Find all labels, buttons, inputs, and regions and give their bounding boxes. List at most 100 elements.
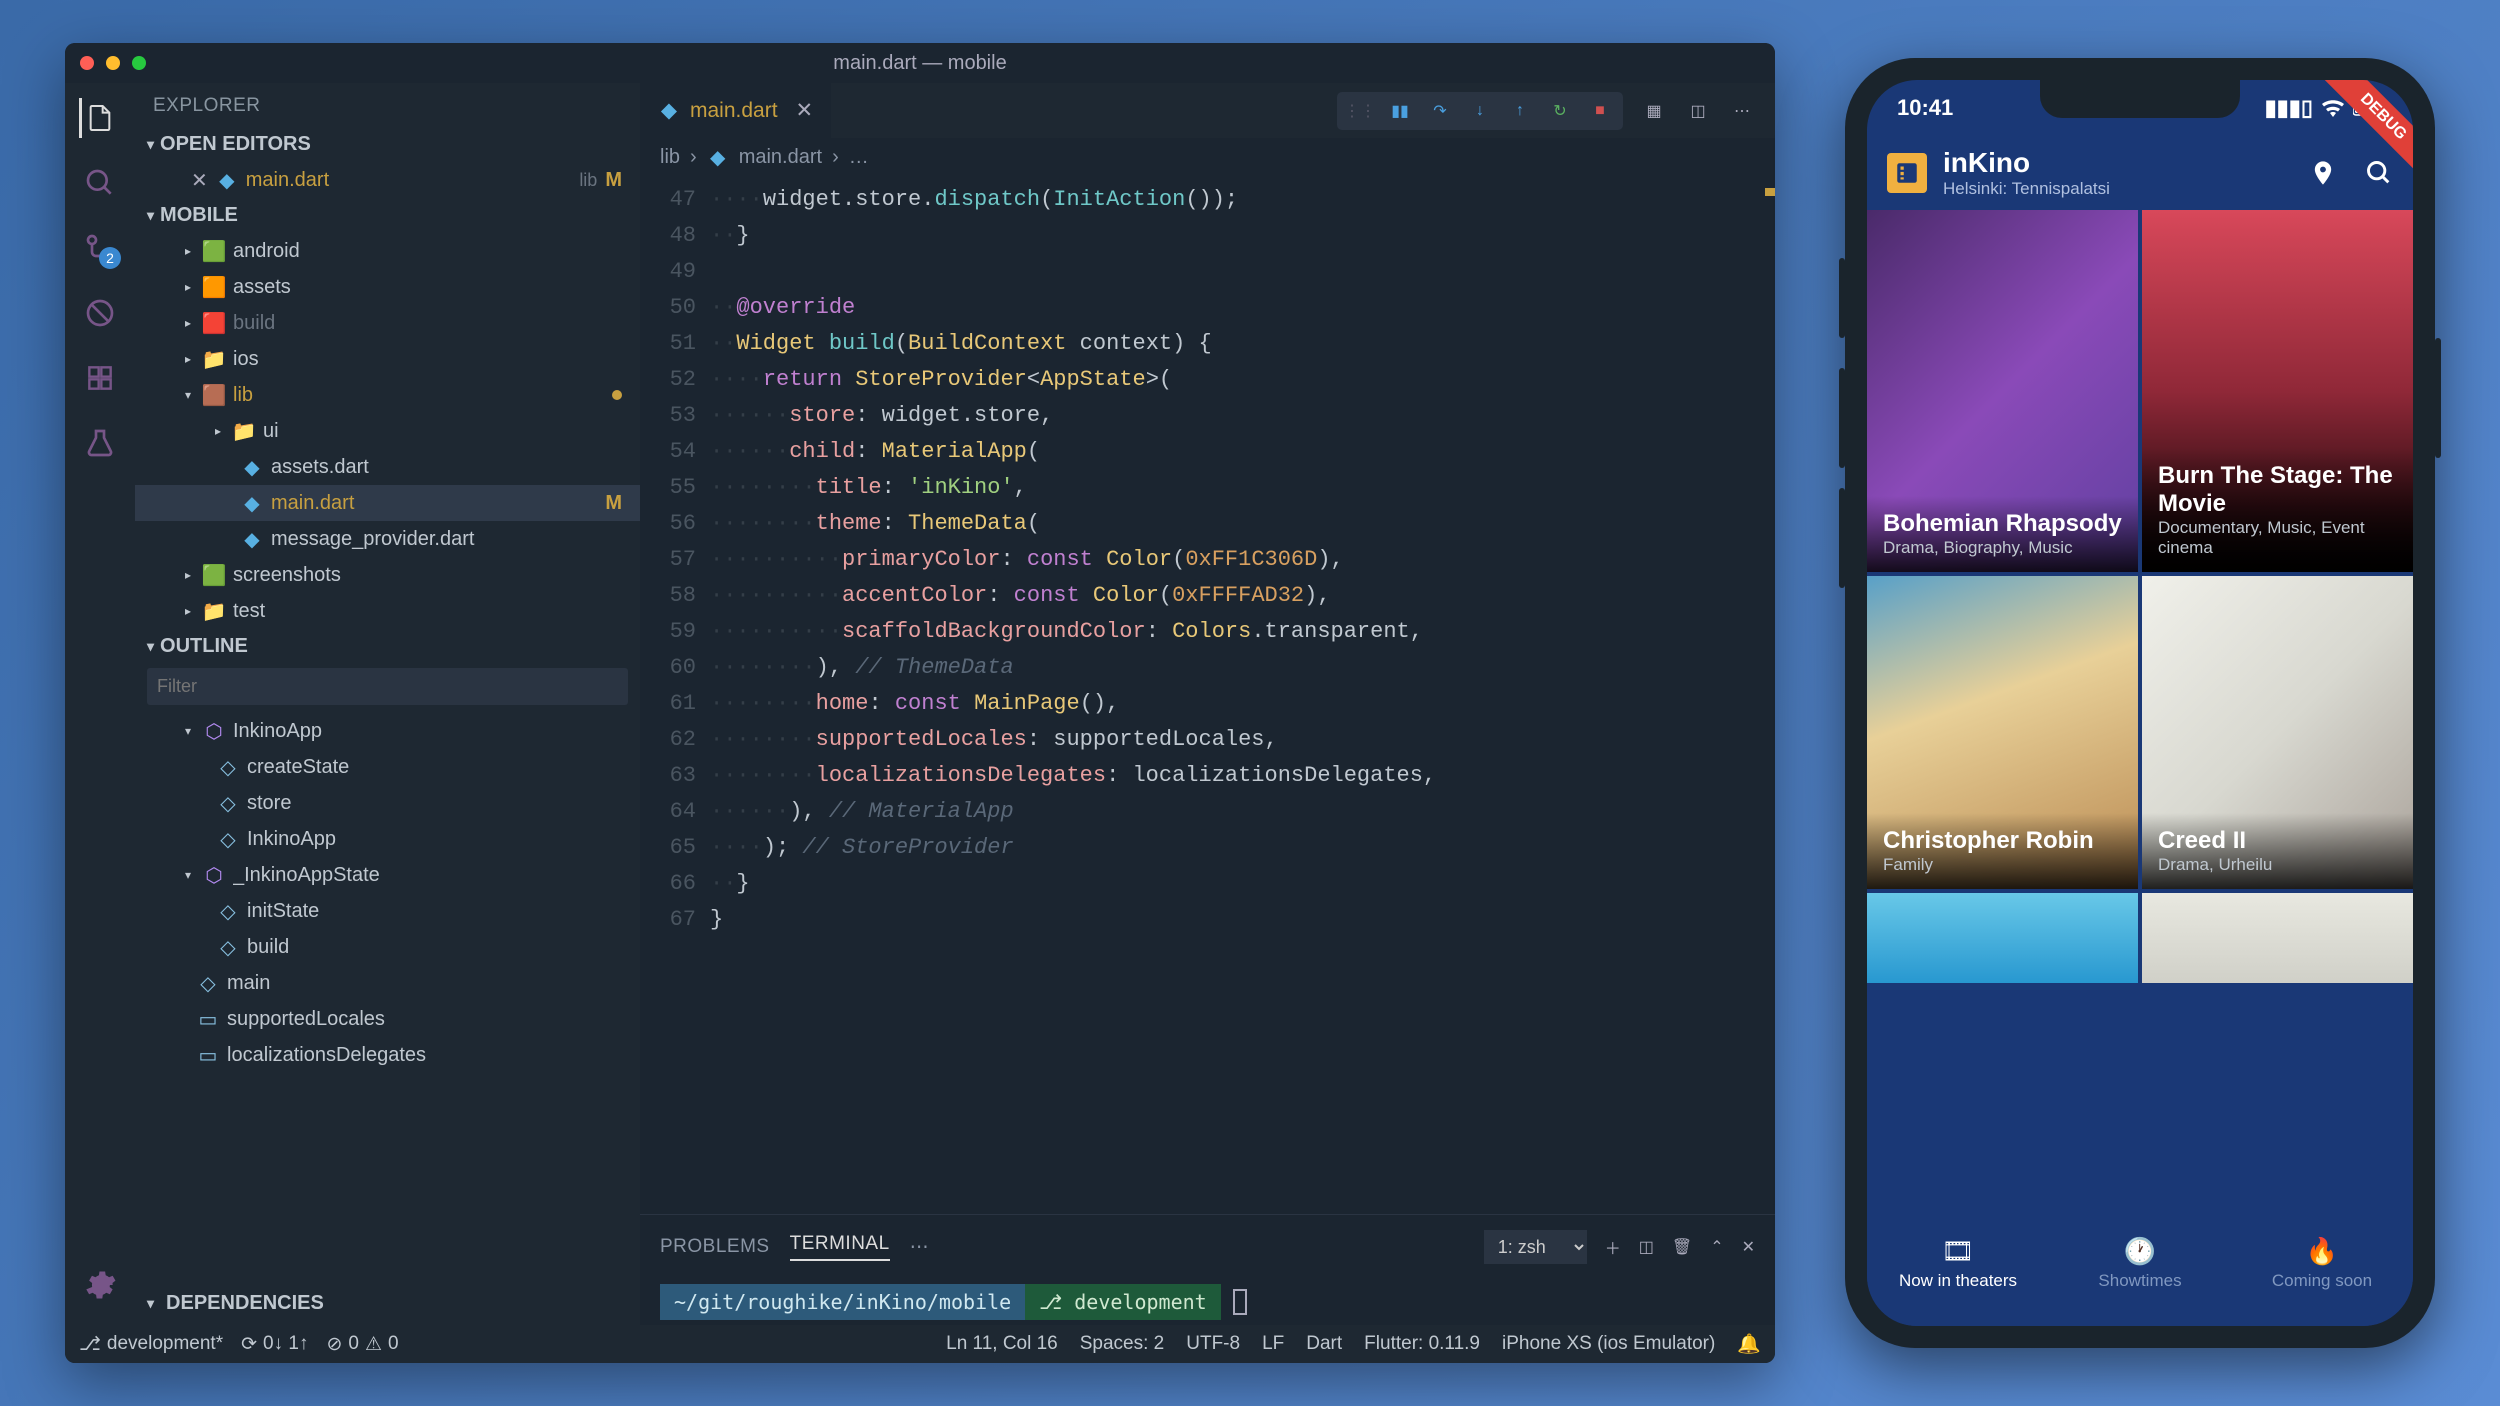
method-icon: ◇ (217, 900, 239, 922)
panel-tabs: PROBLEMS TERMINAL ⋯ 1: zsh ＋ ◫ 🗑 ⌃ ✕ (640, 1214, 1775, 1279)
cursor-position[interactable]: Ln 11, Col 16 (946, 1333, 1058, 1355)
folder-test[interactable]: 📁test (135, 593, 640, 629)
outline-section[interactable]: OUTLINE (135, 631, 640, 662)
restart-icon[interactable]: ↻ (1547, 98, 1573, 124)
folder-lib[interactable]: 🟫lib (135, 377, 640, 413)
terminal-tab[interactable]: TERMINAL (790, 1233, 890, 1261)
language-status[interactable]: Dart (1306, 1333, 1342, 1355)
nav-coming-soon[interactable]: 🔥 Coming soon (2231, 1221, 2413, 1306)
maximize-panel-icon[interactable]: ⌃ (1710, 1237, 1723, 1257)
folder-icon: 🟩 (203, 240, 225, 262)
phone-power-button[interactable] (2435, 338, 2441, 458)
outline-item[interactable]: ⬡InkinoApp (135, 713, 640, 749)
breadcrumb[interactable]: lib› ◆ main.dart› … (640, 138, 1775, 176)
outline-item[interactable]: ◇store (135, 785, 640, 821)
app-bar: inKino Helsinki: Tennispalatsi (1867, 135, 2413, 210)
split-editor-icon[interactable]: ◫ (1685, 98, 1711, 124)
close-window-button[interactable] (80, 56, 94, 70)
editor-tab[interactable]: ◆ main.dart ✕ (640, 83, 831, 138)
movie-card[interactable]: Bohemian RhapsodyDrama, Biography, Music (1867, 210, 2138, 572)
notifications-icon[interactable]: 🔔 (1737, 1332, 1761, 1356)
device-status[interactable]: iPhone XS (ios Emulator) (1502, 1333, 1715, 1355)
new-terminal-icon[interactable]: ＋ (1605, 1235, 1621, 1259)
eol-status[interactable]: LF (1262, 1333, 1284, 1355)
file-assets-dart[interactable]: ◆assets.dart (135, 449, 640, 485)
nav-showtimes[interactable]: 🕐 Showtimes (2049, 1221, 2231, 1306)
minimap[interactable] (1761, 176, 1775, 1214)
phone-mute-switch[interactable] (1839, 258, 1845, 338)
devtools-icon[interactable]: ▦ (1641, 98, 1667, 124)
movie-card[interactable] (2142, 893, 2413, 983)
outline-item[interactable]: ▭supportedLocales (135, 1001, 640, 1037)
step-over-icon[interactable]: ↷ (1427, 98, 1453, 124)
movie-card[interactable]: Creed IIDrama, Urheilu (2142, 576, 2413, 890)
outline-item[interactable]: ◇initState (135, 893, 640, 929)
close-panel-icon[interactable]: ✕ (1742, 1237, 1755, 1257)
phone-volume-down[interactable] (1839, 488, 1845, 588)
open-editor-item[interactable]: ✕ ◆ main.dart lib M (135, 162, 640, 198)
terminal-select[interactable]: 1: zsh (1484, 1230, 1587, 1264)
test-icon[interactable] (80, 423, 120, 463)
indentation-status[interactable]: Spaces: 2 (1080, 1333, 1165, 1355)
film-icon: 🎞 (1941, 1236, 1974, 1267)
outline-item[interactable]: ▭localizationsDelegates (135, 1037, 640, 1073)
dependencies-section[interactable]: DEPENDENCIES (135, 1288, 640, 1325)
step-out-icon[interactable]: ↑ (1507, 98, 1533, 124)
sync-status[interactable]: ⟳ 0↓ 1↑ (241, 1333, 308, 1356)
errors-status[interactable]: ⊘ 0 ⚠ 0 (326, 1333, 398, 1356)
flutter-version[interactable]: Flutter: 0.11.9 (1364, 1333, 1480, 1355)
file-main-dart[interactable]: ◆main.dartM (135, 485, 640, 521)
pause-icon[interactable]: ▮▮ (1387, 98, 1413, 124)
nav-now-in-theaters[interactable]: 🎞 Now in theaters (1867, 1221, 2049, 1306)
more-actions-icon[interactable]: ⋯ (1729, 98, 1755, 124)
git-branch-status[interactable]: ⎇ development* (79, 1333, 223, 1356)
movie-card[interactable]: Christopher RobinFamily (1867, 576, 2138, 890)
scm-badge: 2 (99, 247, 121, 269)
folder-screenshots[interactable]: 🟩screenshots (135, 557, 640, 593)
close-tab-icon[interactable]: ✕ (796, 98, 814, 123)
split-terminal-icon[interactable]: ◫ (1639, 1237, 1654, 1257)
maximize-window-button[interactable] (132, 56, 146, 70)
folder-ios[interactable]: 📁ios (135, 341, 640, 377)
location-icon[interactable] (2309, 159, 2337, 187)
debug-icon[interactable] (80, 293, 120, 333)
method-icon: ◇ (217, 756, 239, 778)
outline-filter-input[interactable] (147, 668, 628, 705)
dart-file-icon: ◆ (241, 492, 263, 514)
settings-gear-icon[interactable] (80, 1265, 120, 1305)
source-control-icon[interactable]: 2 (80, 228, 120, 268)
minimize-window-button[interactable] (106, 56, 120, 70)
explorer-icon[interactable] (79, 98, 119, 138)
phone-volume-up[interactable] (1839, 368, 1845, 468)
movie-card[interactable] (1867, 893, 2138, 983)
encoding-status[interactable]: UTF-8 (1186, 1333, 1240, 1355)
mobile-section[interactable]: MOBILE (135, 200, 640, 231)
more-panels-icon[interactable]: ⋯ (910, 1236, 930, 1259)
outline-item[interactable]: ◇InkinoApp (135, 821, 640, 857)
terminal[interactable]: ~/git/roughike/inKino/mobile ⎇ developme… (640, 1279, 1775, 1325)
code-editor[interactable]: 4748495051525354555657585960616263646566… (640, 176, 1775, 1214)
file-message-provider[interactable]: ◆message_provider.dart (135, 521, 640, 557)
folder-build[interactable]: 🟥build (135, 305, 640, 341)
terminal-path: ~/git/roughike/inKino/mobile (660, 1284, 1025, 1320)
kill-terminal-icon[interactable]: 🗑 (1672, 1237, 1692, 1257)
folder-ui[interactable]: 📁ui (135, 413, 640, 449)
movie-card[interactable]: Burn The Stage: The MovieDocumentary, Mu… (2142, 210, 2413, 572)
open-editors-section[interactable]: OPEN EDITORS (135, 129, 640, 160)
movie-grid[interactable]: Bohemian RhapsodyDrama, Biography, Music… (1867, 210, 2413, 1221)
stop-icon[interactable]: ■ (1587, 98, 1613, 124)
outline-item[interactable]: ◇main (135, 965, 640, 1001)
outline-item[interactable]: ◇build (135, 929, 640, 965)
outline-item[interactable]: ◇createState (135, 749, 640, 785)
class-icon: ⬡ (203, 720, 225, 742)
search-icon[interactable] (2365, 159, 2393, 187)
folder-assets[interactable]: 🟧assets (135, 269, 640, 305)
drag-handle-icon[interactable]: ⋮⋮ (1347, 98, 1373, 124)
flutter-outline-icon[interactable] (80, 358, 120, 398)
outline-item[interactable]: ⬡_InkinoAppState (135, 857, 640, 893)
close-icon[interactable]: ✕ (191, 168, 208, 193)
step-into-icon[interactable]: ↓ (1467, 98, 1493, 124)
search-icon[interactable] (80, 163, 120, 203)
folder-android[interactable]: 🟩android (135, 233, 640, 269)
problems-tab[interactable]: PROBLEMS (660, 1236, 770, 1258)
